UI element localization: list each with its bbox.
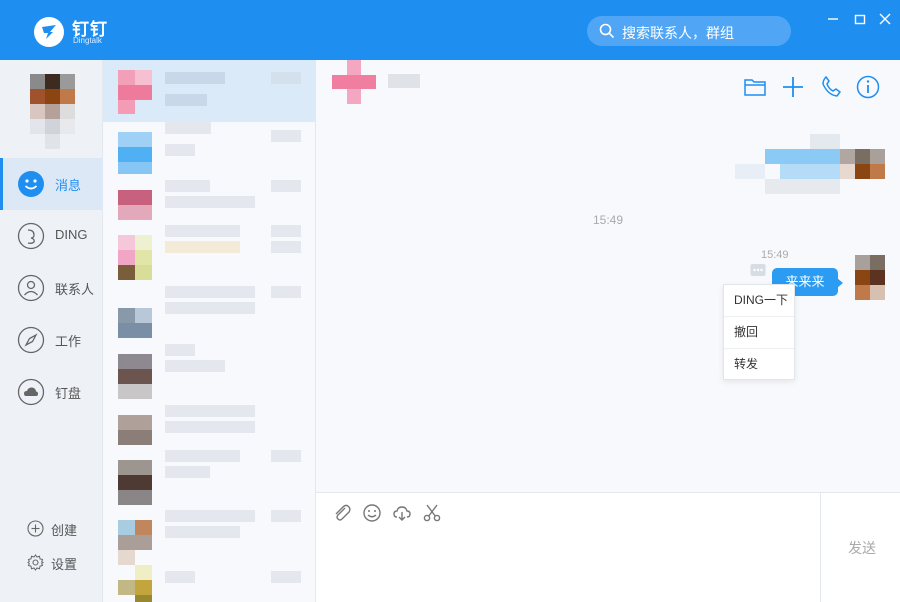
list-item[interactable]	[103, 344, 315, 406]
avatar	[118, 132, 152, 176]
nav-item-messages[interactable]: 消息	[0, 158, 103, 210]
title-bar: 钉钉 Dingtalk 搜索联系人，群组	[0, 0, 900, 60]
search-input[interactable]: 搜索联系人，群组	[587, 16, 791, 46]
ding-icon	[17, 222, 45, 250]
nav-item-contacts[interactable]: 联系人	[0, 262, 103, 314]
nav-label-disk: 钉盘	[55, 386, 82, 401]
gear-icon	[27, 554, 44, 571]
context-menu: DING一下 撤回 转发	[723, 284, 795, 380]
settings-label: 设置	[51, 557, 78, 572]
list-item[interactable]	[103, 122, 315, 184]
message-timestamp: 15:49	[761, 249, 789, 261]
add-icon[interactable]	[780, 74, 806, 100]
list-item[interactable]	[103, 555, 315, 602]
nav-item-ding[interactable]: DING	[0, 210, 103, 262]
phone-icon[interactable]	[818, 74, 844, 100]
avatar	[118, 354, 152, 399]
send-button[interactable]: 发送	[820, 493, 900, 602]
info-icon[interactable]	[855, 74, 881, 100]
nav-label-ding: DING	[55, 227, 88, 242]
avatar	[118, 235, 152, 280]
minimize-icon[interactable]	[826, 12, 840, 26]
left-navigation: 消息 DING 联系人 工作 钉盘 创建 设置	[0, 60, 103, 602]
search-placeholder: 搜索联系人，群组	[622, 25, 734, 41]
message-input[interactable]	[316, 492, 900, 602]
emoji-icon[interactable]	[362, 503, 382, 523]
forward-menu-item[interactable]: 转发	[724, 349, 794, 380]
list-item[interactable]	[103, 450, 315, 512]
message-area: 15:49 15:49 来来来 DING一下 撤回 转发	[316, 122, 900, 492]
close-icon[interactable]	[878, 12, 892, 26]
avatar	[118, 460, 152, 505]
cloud-upload-icon[interactable]	[392, 503, 412, 523]
avatar	[118, 565, 152, 602]
nav-item-disk[interactable]: 钉盘	[0, 366, 103, 418]
timestamp: 15:49	[593, 213, 624, 227]
settings-button[interactable]: 设置	[27, 552, 97, 572]
nav-label-messages: 消息	[55, 178, 82, 193]
folder-icon[interactable]	[742, 74, 768, 100]
chat-avatar	[332, 60, 376, 104]
create-button[interactable]: 创建	[27, 518, 97, 538]
chat-header	[316, 60, 900, 122]
create-label: 创建	[51, 523, 78, 538]
nav-label-work: 工作	[55, 334, 82, 349]
sender-avatar	[855, 255, 885, 300]
cloud-disk-icon	[17, 378, 45, 406]
smile-icon	[18, 171, 44, 197]
scissors-icon[interactable]	[422, 503, 442, 523]
list-item[interactable]	[103, 225, 315, 287]
conversation-list	[103, 60, 316, 602]
search-icon	[599, 23, 615, 39]
message-obscured	[735, 134, 885, 196]
user-avatar[interactable]	[30, 74, 75, 149]
compass-icon	[17, 326, 45, 354]
recall-menu-item[interactable]: 撤回	[724, 317, 794, 348]
more-options-icon[interactable]	[750, 263, 766, 279]
nav-label-contacts: 联系人	[55, 282, 95, 297]
avatar	[118, 292, 152, 338]
ding-menu-item[interactable]: DING一下	[724, 285, 794, 316]
chat-title	[388, 74, 420, 88]
list-item[interactable]	[103, 60, 315, 122]
dingtalk-logo-icon	[34, 17, 64, 47]
app-subtitle: Dingtalk	[73, 36, 102, 45]
avatar	[118, 70, 152, 114]
list-item[interactable]	[103, 282, 315, 344]
contacts-icon	[17, 274, 45, 302]
paperclip-icon[interactable]	[332, 503, 352, 523]
nav-item-work[interactable]: 工作	[0, 314, 103, 366]
send-label: 发送	[848, 540, 876, 556]
plus-circle-icon	[27, 520, 44, 537]
maximize-icon[interactable]	[853, 12, 867, 26]
